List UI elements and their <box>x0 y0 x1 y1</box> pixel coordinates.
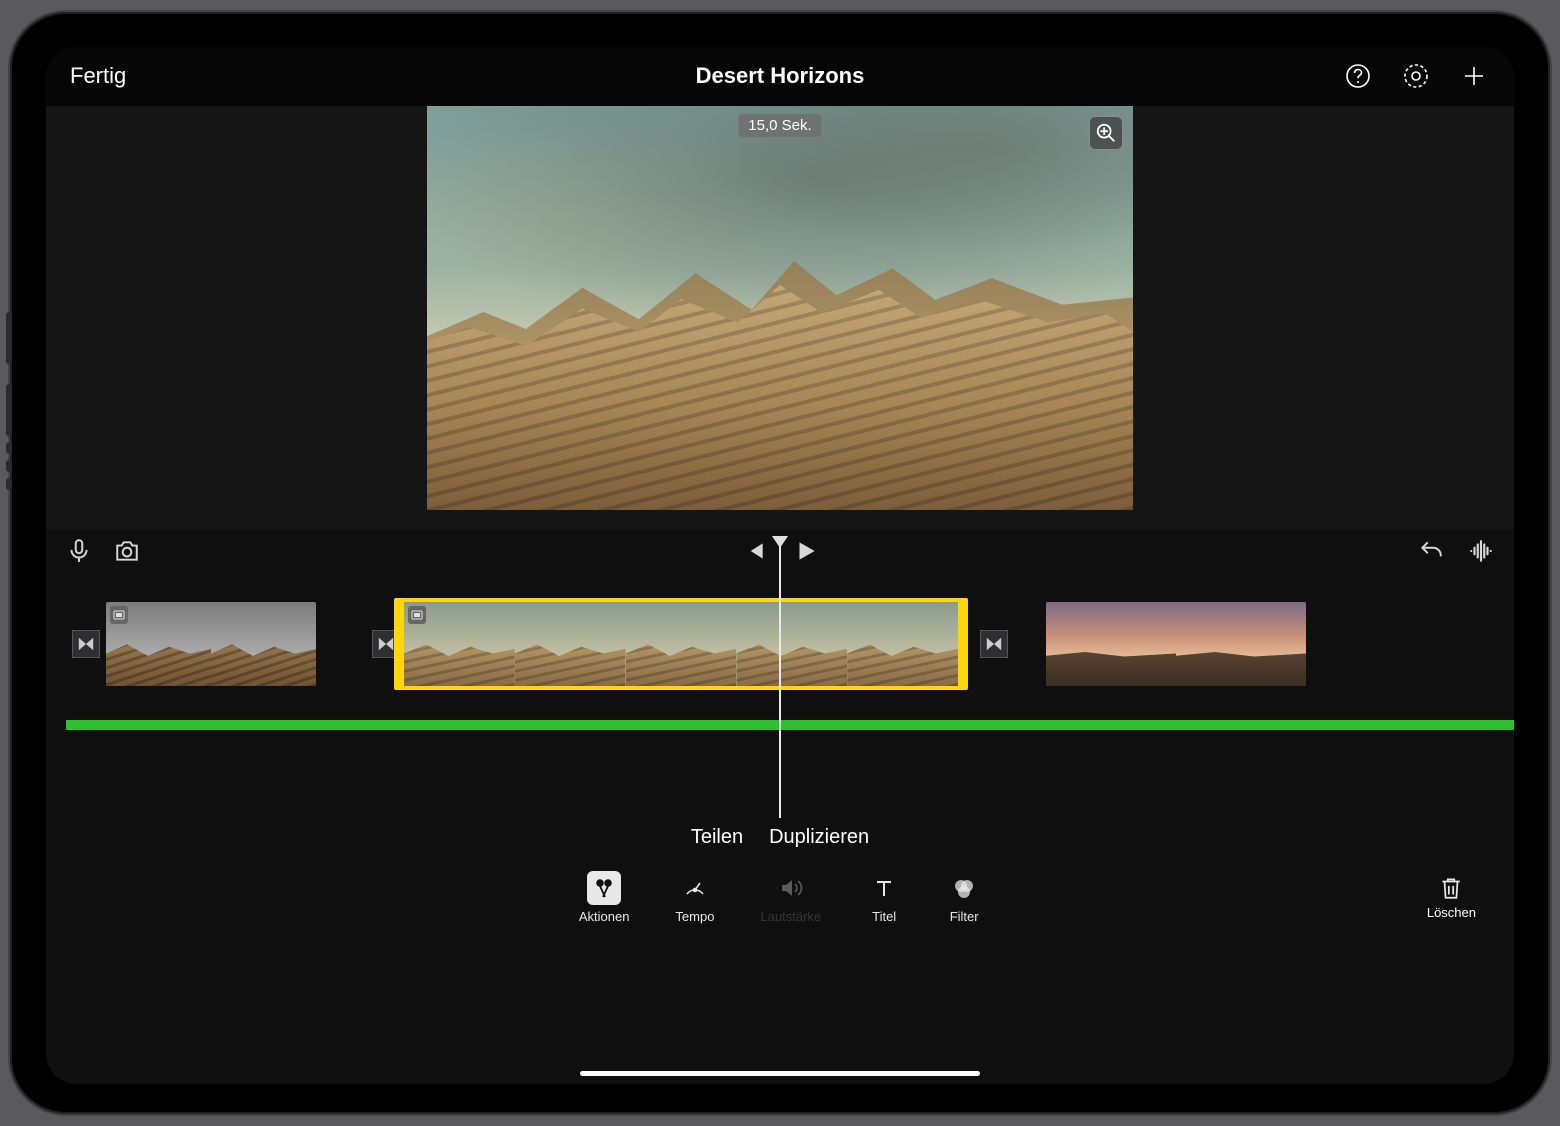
home-indicator[interactable] <box>580 1071 980 1076</box>
microphone-icon[interactable] <box>66 538 92 569</box>
timeline-clip[interactable] <box>1046 602 1306 686</box>
add-media-icon[interactable] <box>1458 60 1490 92</box>
audio-track[interactable] <box>66 720 1514 730</box>
project-title: Desert Horizons <box>330 63 1230 89</box>
actions-tool[interactable]: Aktionen <box>579 871 630 924</box>
tool-label: Löschen <box>1427 905 1476 920</box>
zoom-in-icon[interactable] <box>1089 116 1123 150</box>
help-icon[interactable] <box>1342 60 1374 92</box>
transition-icon[interactable] <box>980 630 1008 658</box>
tool-label: Titel <box>872 909 896 924</box>
speed-tool[interactable]: Tempo <box>675 871 714 924</box>
tool-label: Aktionen <box>579 909 630 924</box>
done-button[interactable]: Fertig <box>70 63 126 88</box>
ken-burns-badge-icon <box>408 606 426 624</box>
transition-icon[interactable] <box>72 630 100 658</box>
tool-label: Lautstärke <box>760 909 821 924</box>
ken-burns-badge-icon <box>110 606 128 624</box>
settings-gear-icon[interactable] <box>1400 60 1432 92</box>
duration-badge: 15,0 Sek. <box>738 114 821 137</box>
tool-label: Filter <box>950 909 979 924</box>
playhead-line[interactable] <box>779 546 781 818</box>
play-icon[interactable] <box>793 538 819 569</box>
titles-tool[interactable]: Titel <box>867 871 901 924</box>
audio-waveform-icon[interactable] <box>1468 538 1494 569</box>
tool-label: Tempo <box>675 909 714 924</box>
split-button[interactable]: Teilen <box>691 826 743 860</box>
undo-icon[interactable] <box>1418 538 1444 569</box>
delete-button[interactable]: Löschen <box>1427 875 1476 920</box>
volume-tool: Lautstärke <box>760 871 821 924</box>
timeline-clip-selected[interactable] <box>394 598 968 690</box>
context-actions: Teilen Duplizieren <box>46 826 1514 860</box>
skip-to-start-icon[interactable] <box>741 538 767 569</box>
preview-viewer[interactable]: 15,0 Sek. <box>427 106 1133 510</box>
bottom-toolbar: Aktionen Tempo Lautstärke Titel <box>46 866 1514 928</box>
timeline-clip[interactable] <box>106 602 316 686</box>
preview-area: 15,0 Sek. <box>46 106 1514 530</box>
filters-tool[interactable]: Filter <box>947 871 981 924</box>
camera-icon[interactable] <box>114 538 140 569</box>
duplicate-button[interactable]: Duplizieren <box>769 826 869 860</box>
topbar: Fertig Desert Horizons <box>46 46 1514 106</box>
